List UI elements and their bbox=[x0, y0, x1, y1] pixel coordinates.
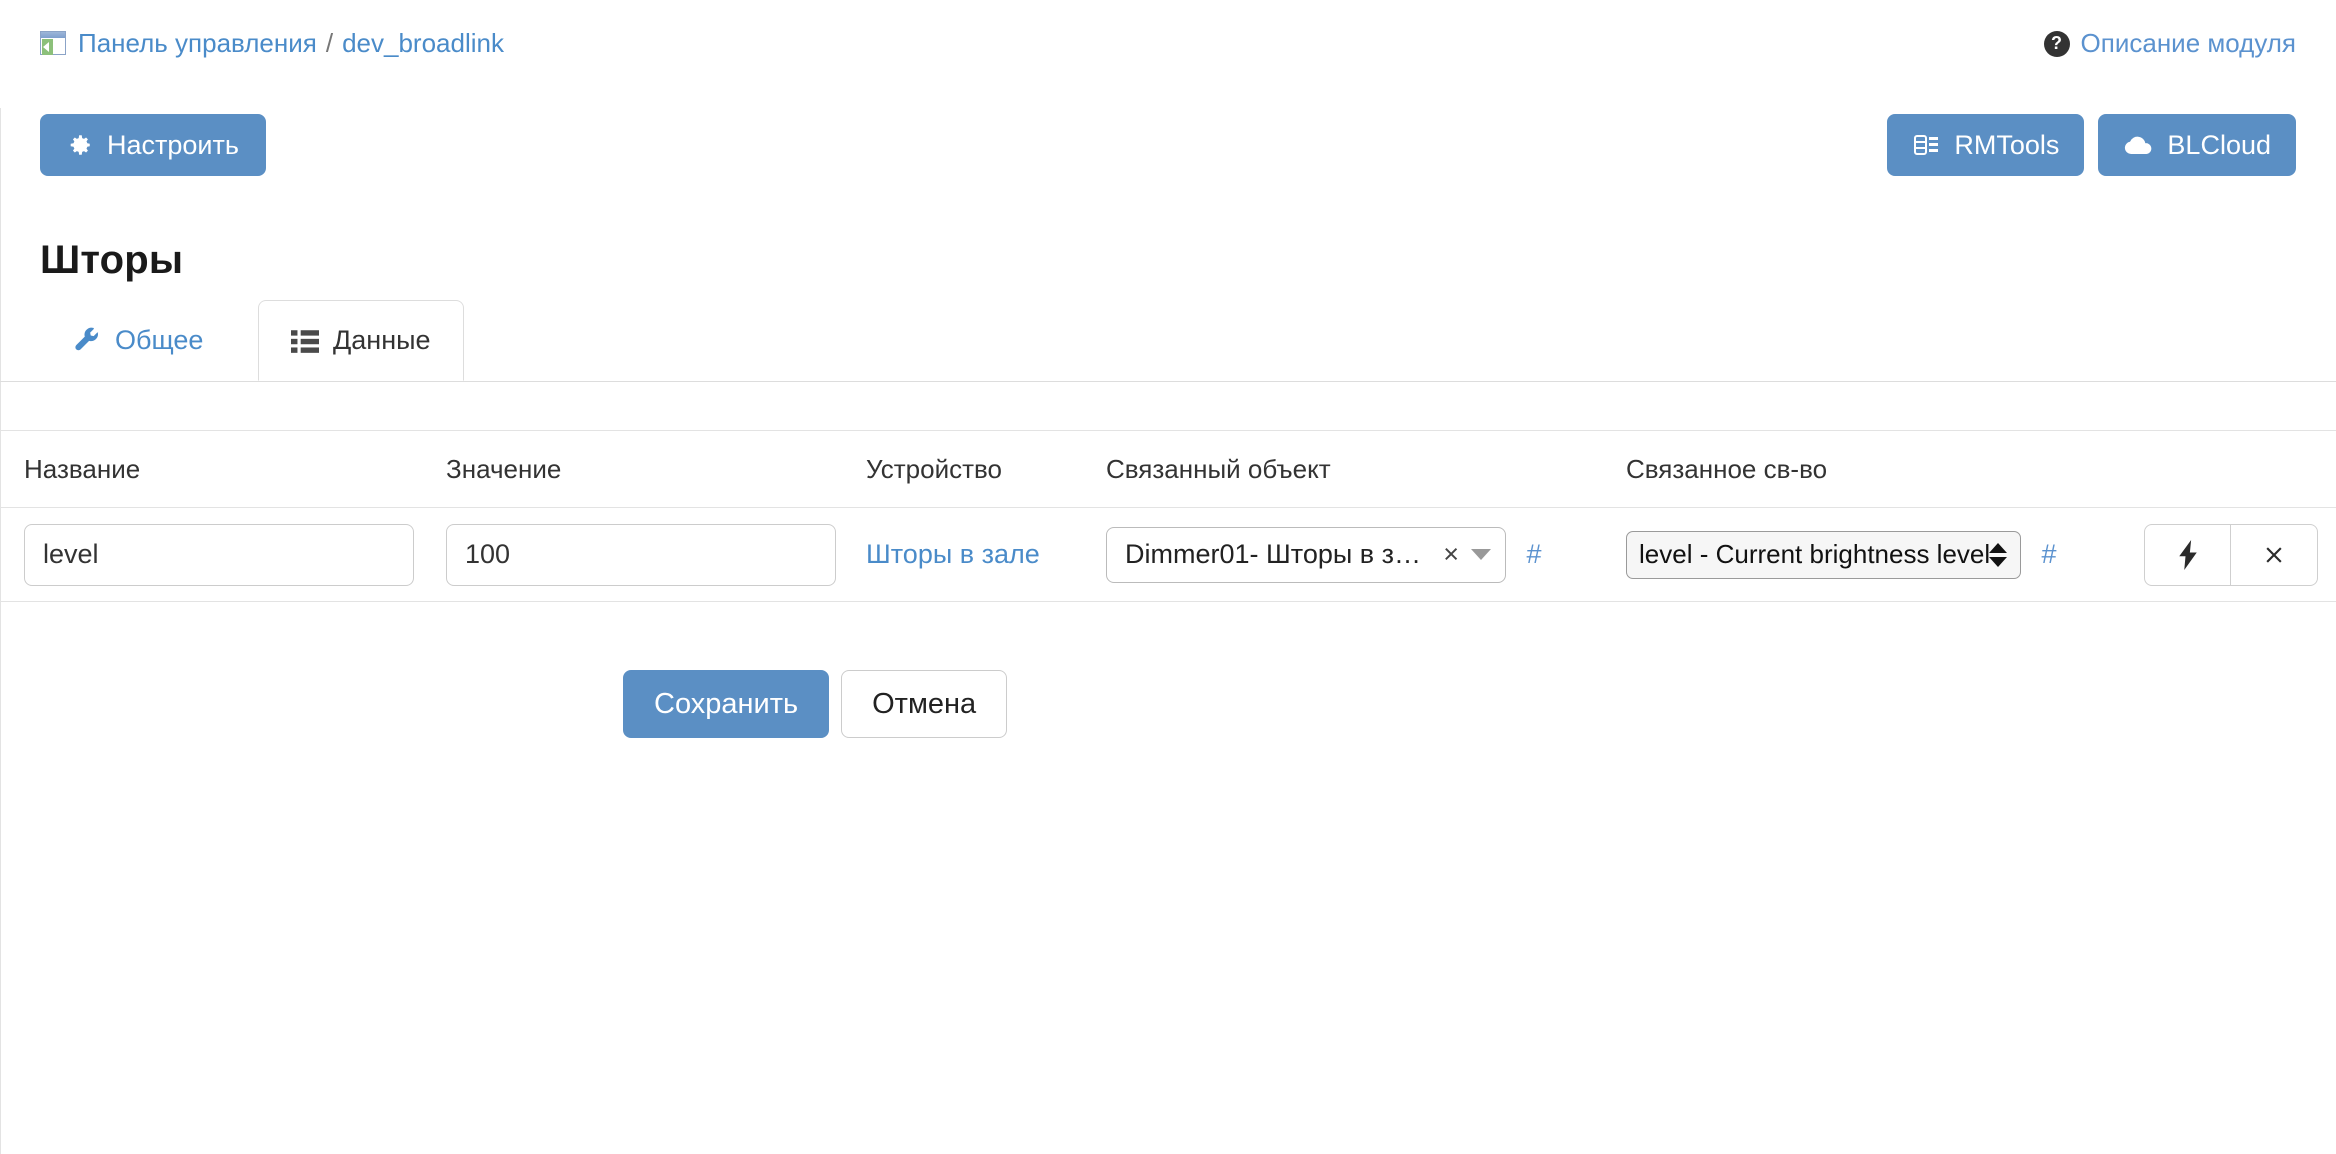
tab-data-label: Данные bbox=[333, 325, 431, 355]
value-input[interactable] bbox=[446, 523, 836, 586]
column-header-value: Значение bbox=[446, 453, 562, 484]
configure-button-label: Настроить bbox=[107, 129, 239, 160]
name-input[interactable] bbox=[24, 523, 414, 586]
linked-property-selected-text: level - Current brightness level bbox=[1639, 539, 1991, 569]
column-header-linked-property: Связанное св-во bbox=[1626, 453, 1828, 484]
device-link[interactable]: Шторы в зале bbox=[866, 539, 1040, 569]
cancel-button-label: Отмена bbox=[872, 687, 977, 720]
window-back-icon bbox=[40, 31, 66, 55]
page-title: Шторы bbox=[40, 238, 184, 282]
cell-name bbox=[1, 523, 446, 586]
data-table: Название Значение Устройство Связанный о… bbox=[1, 430, 2336, 602]
content-left-border bbox=[0, 108, 1, 1154]
blcloud-button-label: BLCloud bbox=[2167, 129, 2271, 160]
top-right-button-group: RMTools BLCloud bbox=[1887, 114, 2296, 176]
save-button-label: Сохранить bbox=[654, 687, 799, 720]
rmtools-button[interactable]: RMTools bbox=[1887, 114, 2085, 176]
cell-linked-object: Dimmer01- Шторы в з… × # bbox=[1106, 526, 1626, 583]
chevron-down-icon[interactable] bbox=[1471, 549, 1491, 560]
module-description[interactable]: ? Описание модуля bbox=[2043, 28, 2296, 59]
linked-property-select[interactable]: level - Current brightness level bbox=[1626, 530, 2021, 579]
tab-bar: Общее Данные bbox=[0, 300, 2336, 382]
linked-object-selected-text: Dimmer01- Шторы в з… bbox=[1125, 539, 1421, 569]
table-row: Шторы в зале Dimmer01- Шторы в з… × # le… bbox=[1, 508, 2336, 602]
cell-linked-property: level - Current brightness level # bbox=[1626, 530, 2106, 579]
breadcrumb: Панель управления / dev_broadlink bbox=[40, 28, 504, 59]
cell-value bbox=[446, 523, 866, 586]
list-icon bbox=[291, 329, 319, 353]
tab-general[interactable]: Общее bbox=[40, 300, 236, 381]
linked-property-select-wrapper: level - Current brightness level bbox=[1626, 530, 2021, 579]
times-icon bbox=[2266, 546, 2282, 563]
wrench-icon bbox=[75, 327, 99, 350]
breadcrumb-link-current[interactable]: dev_broadlink bbox=[342, 28, 504, 59]
module-description-link[interactable]: Описание модуля bbox=[2081, 28, 2296, 59]
configure-button[interactable]: Настроить bbox=[40, 114, 266, 176]
lightning-bolt-icon bbox=[2178, 539, 2197, 570]
rmtools-button-label: RMTools bbox=[1954, 129, 2060, 160]
cloud-icon bbox=[2125, 136, 2152, 155]
cell-device: Шторы в зале bbox=[866, 539, 1106, 570]
delete-row-button[interactable] bbox=[2231, 523, 2318, 586]
cell-actions bbox=[2106, 523, 2336, 586]
tab-bar-underline bbox=[0, 381, 2336, 382]
column-header-name: Название bbox=[24, 453, 141, 484]
question-circle-icon: ? bbox=[2043, 30, 2070, 57]
remote-signal-icon bbox=[1914, 135, 1939, 155]
gear-icon bbox=[70, 135, 90, 155]
linked-object-hash-link[interactable]: # bbox=[1526, 539, 1541, 569]
linked-object-select[interactable]: Dimmer01- Шторы в з… × bbox=[1106, 526, 1506, 583]
row-action-group bbox=[2144, 523, 2318, 586]
page-root: Панель управления / dev_broadlink ? Опис… bbox=[0, 0, 2336, 1154]
column-header-linked-object: Связанный объект bbox=[1106, 453, 1331, 484]
blcloud-button[interactable]: BLCloud bbox=[2098, 114, 2296, 176]
cancel-button[interactable]: Отмена bbox=[841, 670, 1008, 738]
breadcrumb-bar: Панель управления / dev_broadlink bbox=[0, 0, 2336, 86]
table-header-row: Название Значение Устройство Связанный о… bbox=[1, 430, 2336, 508]
run-action-button[interactable] bbox=[2144, 523, 2231, 586]
form-actions: Сохранить Отмена bbox=[623, 670, 1008, 738]
linked-property-hash-link[interactable]: # bbox=[2041, 539, 2056, 569]
tab-general-label: Общее bbox=[115, 325, 204, 355]
tab-data[interactable]: Данные bbox=[258, 300, 464, 381]
breadcrumb-separator: / bbox=[325, 27, 334, 58]
save-button[interactable]: Сохранить bbox=[623, 670, 830, 738]
clear-icon[interactable]: × bbox=[1443, 539, 1459, 570]
breadcrumb-link-home[interactable]: Панель управления bbox=[78, 28, 317, 59]
column-header-device: Устройство bbox=[866, 453, 1003, 484]
